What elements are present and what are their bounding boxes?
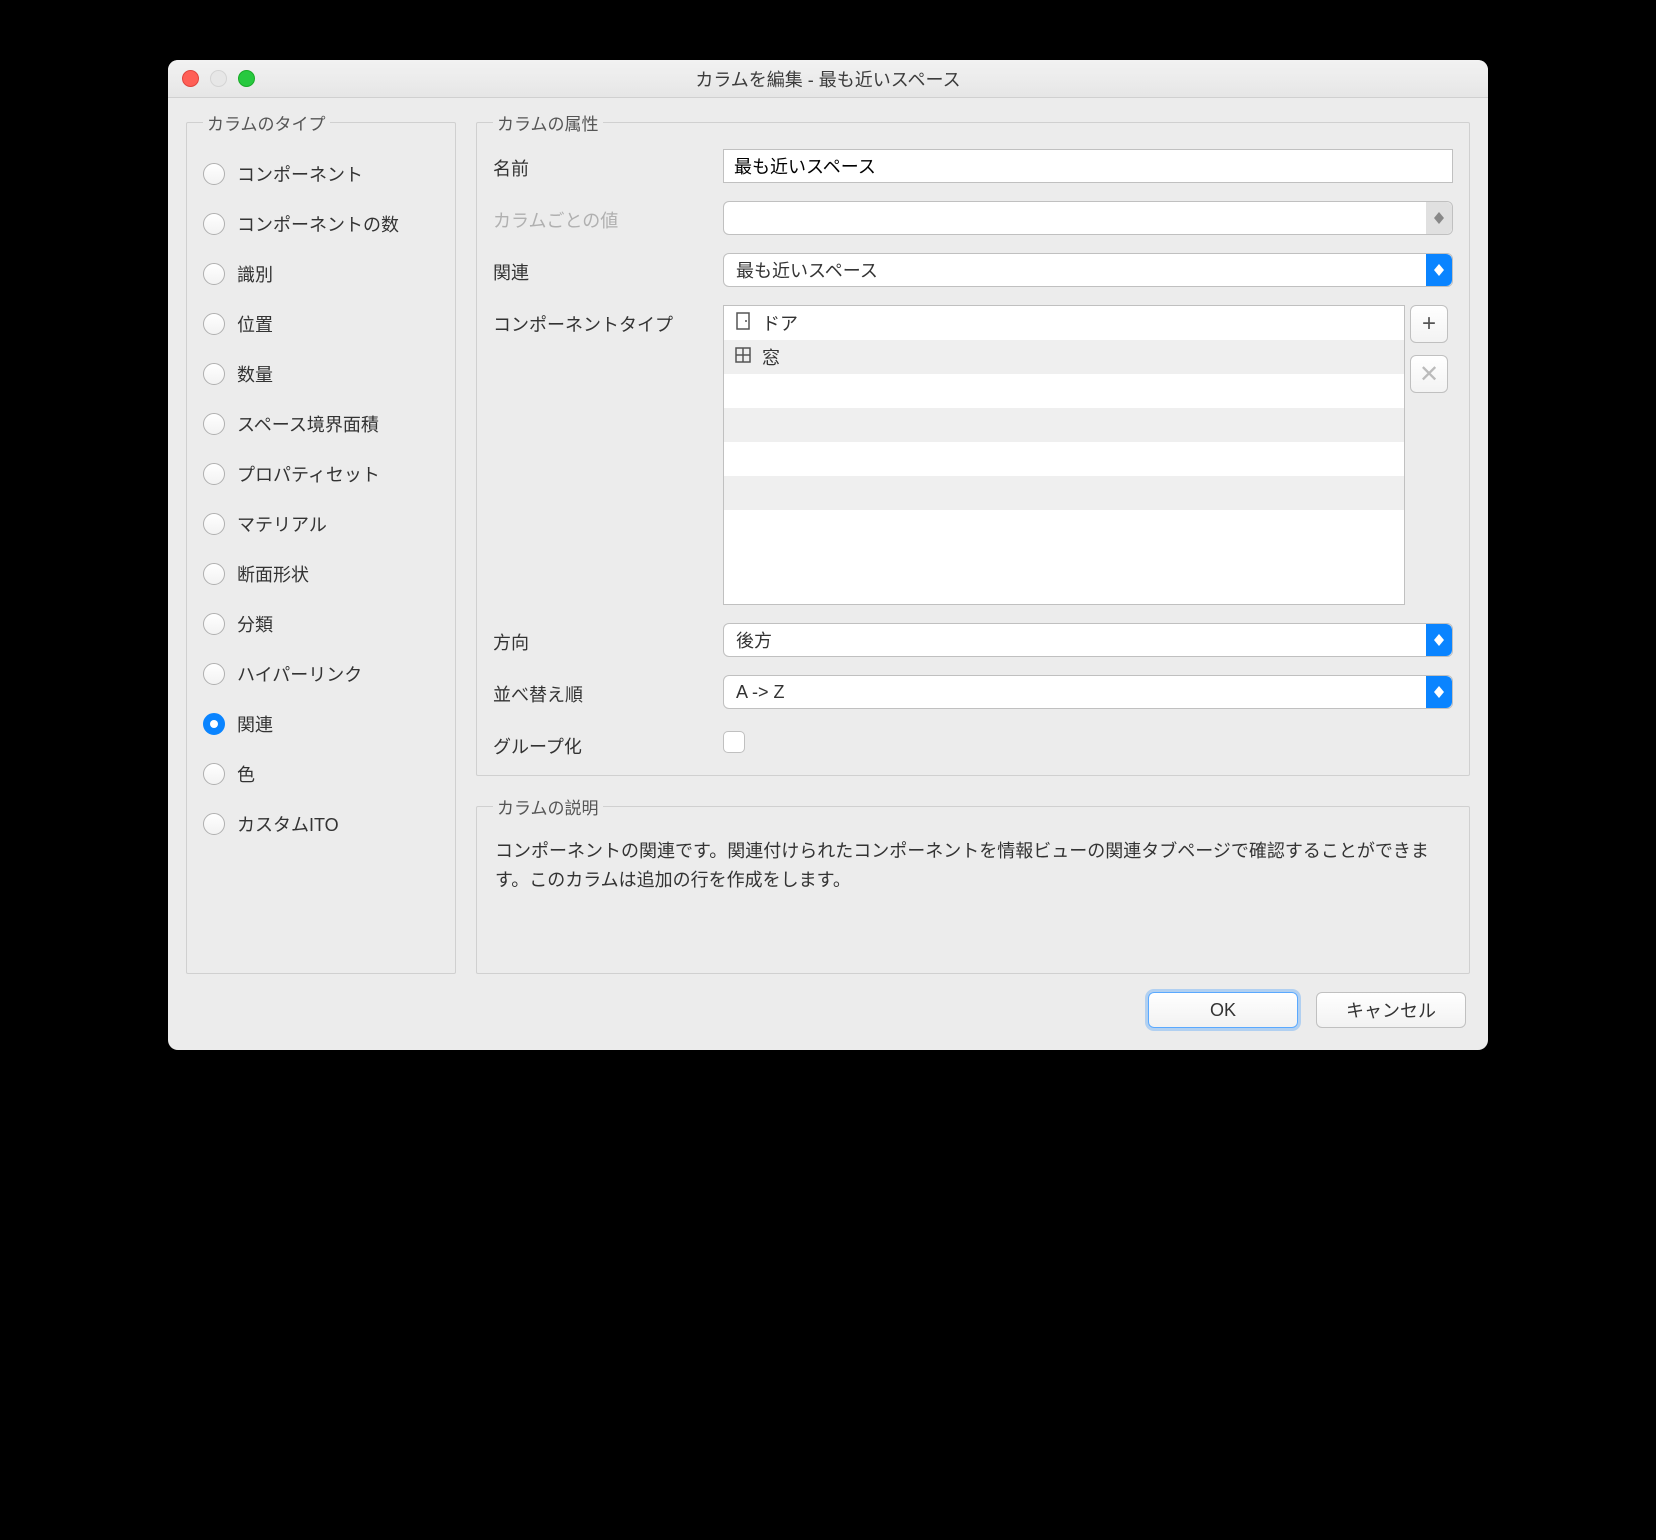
column-type-radio[interactable]: コンポーネントの数 (203, 199, 439, 249)
column-type-radio[interactable]: ハイパーリンク (203, 649, 439, 699)
dialog-footer: OK キャンセル (168, 992, 1488, 1050)
column-type-radio[interactable]: カスタムITO (203, 799, 439, 849)
list-item[interactable] (724, 374, 1404, 408)
relation-value: 最も近いスペース (736, 257, 878, 283)
radio-label: スペース境界面積 (237, 411, 379, 437)
column-type-radio[interactable]: 関連 (203, 699, 439, 749)
comptype-label: コンポーネントタイプ (493, 305, 723, 337)
chevron-updown-icon (1426, 676, 1452, 708)
cancel-button[interactable]: キャンセル (1316, 992, 1466, 1028)
direction-select[interactable]: 後方 (723, 623, 1453, 657)
name-label: 名前 (493, 149, 723, 181)
radio-label: ハイパーリンク (237, 661, 362, 687)
radio-icon (203, 713, 225, 735)
sort-value: A -> Z (736, 682, 785, 703)
radio-label: 数量 (237, 361, 273, 387)
window-title: カラムを編集 - 最も近いスペース (168, 66, 1488, 92)
column-type-radio[interactable]: プロパティセット (203, 449, 439, 499)
radio-label: マテリアル (237, 511, 327, 537)
radio-icon (203, 563, 225, 585)
column-type-radio[interactable]: 数量 (203, 349, 439, 399)
percol-select (723, 201, 1453, 235)
radio-icon (203, 363, 225, 385)
x-icon: ✕ (1419, 360, 1439, 389)
column-type-radio[interactable]: 色 (203, 749, 439, 799)
radio-label: プロパティセット (237, 461, 380, 487)
close-icon[interactable] (182, 70, 199, 87)
radio-icon (203, 613, 225, 635)
column-description-legend: カラムの説明 (493, 794, 603, 819)
column-type-radio[interactable]: 断面形状 (203, 549, 439, 599)
radio-label: 分類 (237, 611, 273, 637)
radio-label: カスタムITO (237, 811, 339, 837)
direction-value: 後方 (736, 627, 772, 653)
column-type-group: カラムのタイプ コンポーネントコンポーネントの数識別位置数量スペース境界面積プロ… (186, 110, 456, 974)
column-attrs-group: カラムの属性 名前 カラムごとの値 関連 最も近いスペース (476, 110, 1470, 776)
list-item-label: 窓 (762, 344, 780, 370)
radio-label: 位置 (237, 311, 273, 337)
door-icon (734, 312, 752, 335)
ok-button[interactable]: OK (1148, 992, 1298, 1028)
list-item[interactable] (724, 510, 1404, 544)
list-item[interactable]: ドア (724, 306, 1404, 340)
column-description-group: カラムの説明 コンポーネントの関連です。関連付けられたコンポーネントを情報ビュー… (476, 794, 1470, 974)
add-button[interactable]: + (1410, 305, 1448, 343)
dialog-window: カラムを編集 - 最も近いスペース カラムのタイプ コンポーネントコンポーネント… (168, 60, 1488, 1050)
column-type-radio[interactable]: 分類 (203, 599, 439, 649)
column-description-text: コンポーネントの関連です。関連付けられたコンポーネントを情報ビューの関連タブペー… (493, 833, 1453, 899)
column-type-radio[interactable]: マテリアル (203, 499, 439, 549)
radio-icon (203, 813, 225, 835)
radio-icon (203, 413, 225, 435)
column-attrs-legend: カラムの属性 (493, 110, 603, 135)
relation-label: 関連 (493, 253, 723, 285)
minimize-icon (210, 70, 227, 87)
column-type-radio[interactable]: 位置 (203, 299, 439, 349)
radio-label: 色 (237, 761, 255, 787)
percol-label: カラムごとの値 (493, 201, 723, 233)
column-type-legend: カラムのタイプ (203, 110, 330, 135)
group-label: グループ化 (493, 727, 723, 759)
sort-label: 並べ替え順 (493, 675, 723, 707)
radio-icon (203, 263, 225, 285)
radio-icon (203, 513, 225, 535)
radio-label: 断面形状 (237, 561, 309, 587)
chevron-updown-icon (1426, 624, 1452, 656)
chevron-updown-icon (1426, 202, 1452, 234)
radio-icon (203, 763, 225, 785)
remove-button[interactable]: ✕ (1410, 355, 1448, 393)
radio-icon (203, 213, 225, 235)
radio-label: 関連 (237, 711, 273, 737)
list-item[interactable]: 窓 (724, 340, 1404, 374)
titlebar: カラムを編集 - 最も近いスペース (168, 60, 1488, 98)
column-type-radio[interactable]: 識別 (203, 249, 439, 299)
list-item-label: ドア (762, 310, 798, 336)
column-type-radio[interactable]: スペース境界面積 (203, 399, 439, 449)
radio-icon (203, 163, 225, 185)
group-checkbox[interactable] (723, 731, 745, 753)
relation-select[interactable]: 最も近いスペース (723, 253, 1453, 287)
plus-icon: + (1422, 310, 1436, 338)
comptype-listbox[interactable]: ドア窓 (723, 305, 1405, 605)
traffic-lights (168, 70, 255, 87)
radio-label: コンポーネントの数 (237, 211, 399, 237)
list-item[interactable] (724, 476, 1404, 510)
list-item[interactable] (724, 442, 1404, 476)
radio-icon (203, 663, 225, 685)
zoom-icon[interactable] (238, 70, 255, 87)
radio-icon (203, 313, 225, 335)
radio-label: 識別 (237, 261, 273, 287)
radio-icon (203, 463, 225, 485)
direction-label: 方向 (493, 623, 723, 655)
radio-label: コンポーネント (237, 161, 363, 187)
sort-select[interactable]: A -> Z (723, 675, 1453, 709)
list-item[interactable] (724, 408, 1404, 442)
name-input[interactable] (723, 149, 1453, 183)
chevron-updown-icon (1426, 254, 1452, 286)
window-icon (734, 346, 752, 369)
column-type-radio[interactable]: コンポーネント (203, 149, 439, 199)
